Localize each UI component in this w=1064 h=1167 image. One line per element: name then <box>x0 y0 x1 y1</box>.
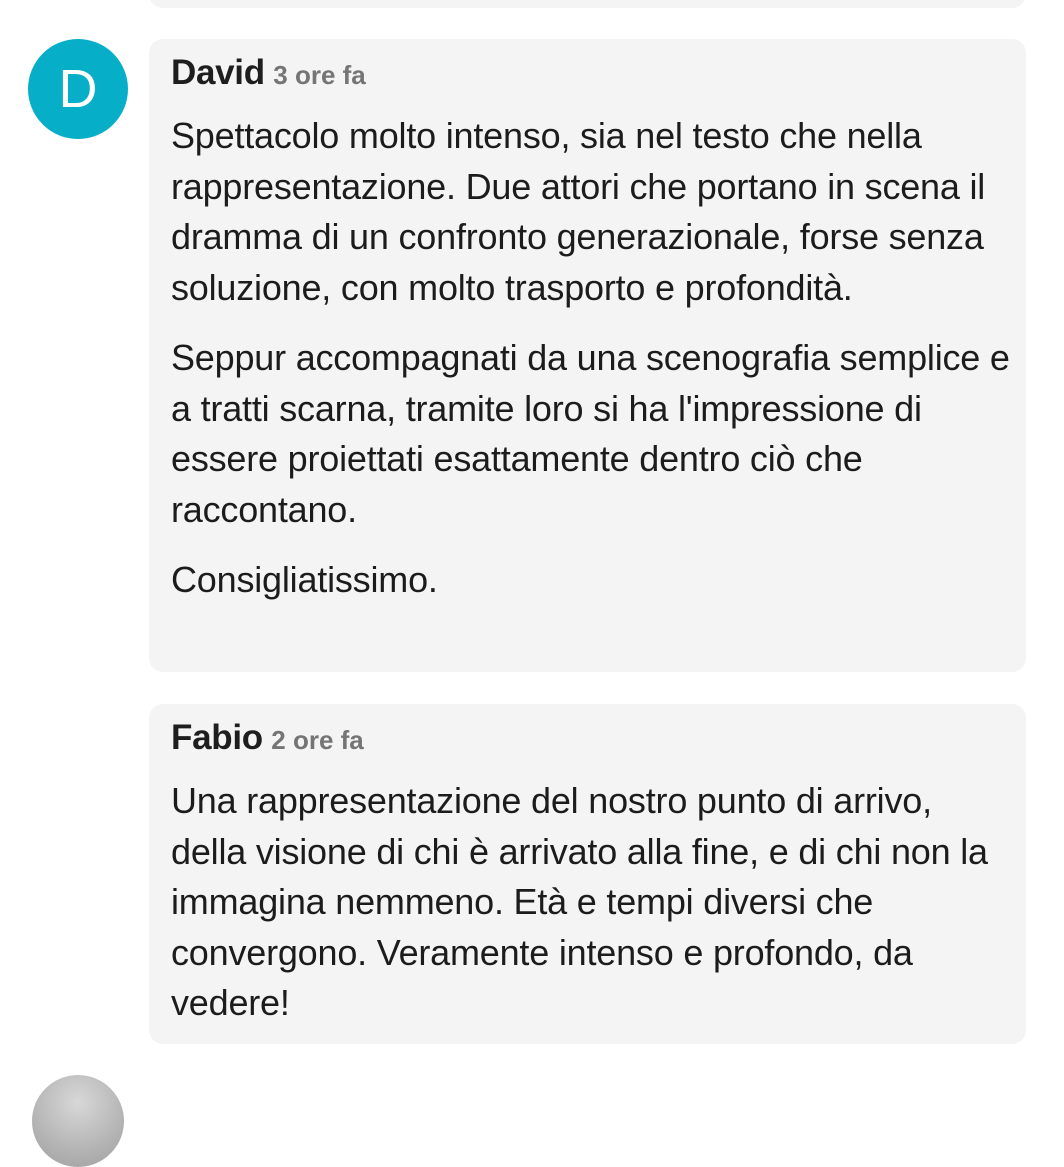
avatar[interactable]: D <box>28 39 128 139</box>
comment-paragraph: Una rappresentazione del nostro punto di… <box>171 780 988 1023</box>
comment-body: Spettacolo molto intenso, sia nel testo … <box>171 111 1011 626</box>
comment-time: 2 ore fa <box>271 725 364 755</box>
next-comment-avatar[interactable] <box>32 1075 124 1167</box>
comment-header: Fabio 2 ore fa <box>171 718 364 758</box>
comment-header: David 3 ore fa <box>171 53 366 93</box>
reply-bubble: Fabio 2 ore fa Una rappresentazione del … <box>149 704 1026 1044</box>
comment-author[interactable]: Fabio <box>171 718 263 757</box>
comment-body: Una rappresentazione del nostro punto di… <box>171 776 1011 1049</box>
comment-time: 3 ore fa <box>273 60 366 90</box>
avatar-initial: D <box>58 59 98 119</box>
comment-paragraph: Seppur accompagnati da una scenografia s… <box>171 337 1010 530</box>
previous-comment-bubble <box>149 0 1026 8</box>
comment-paragraph: Spettacolo molto intenso, sia nel testo … <box>171 115 986 308</box>
comment-bubble: David 3 ore fa Spettacolo molto intenso,… <box>149 39 1026 672</box>
comment-author[interactable]: David <box>171 53 265 92</box>
comment-paragraph: Consigliatissimo. <box>171 559 438 600</box>
